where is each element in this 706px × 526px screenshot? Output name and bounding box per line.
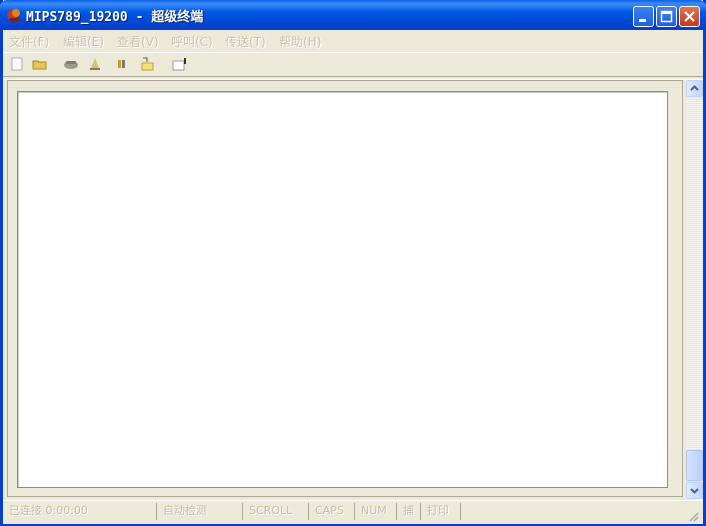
menu-help[interactable]: 帮助(H) <box>279 33 321 50</box>
menu-view[interactable]: 查看(V) <box>117 33 159 50</box>
status-num: NUM <box>357 503 397 520</box>
send-icon[interactable] <box>116 56 132 72</box>
receive-icon[interactable] <box>139 56 155 72</box>
maximize-button[interactable] <box>656 6 677 27</box>
status-connection: 已连接 0:00:00 <box>5 503 157 520</box>
menu-call[interactable]: 呼叫(C) <box>171 33 213 50</box>
status-scroll: SCROLL <box>245 503 309 520</box>
hyperterminal-window: MIPS789_19200 - 超级终端 文件(F) 编辑(E) 查看(V) 呼… <box>0 0 706 526</box>
hyperterminal-icon <box>7 9 20 21</box>
maximize-icon <box>660 10 673 23</box>
minimize-button[interactable] <box>633 6 654 27</box>
menu-transfer[interactable]: 传送(T) <box>225 33 266 50</box>
scroll-up-button[interactable] <box>686 80 703 97</box>
menu-file[interactable]: 文件(F) <box>9 33 49 50</box>
terminal-area[interactable] <box>17 91 668 488</box>
window-title: MIPS789_19200 - 超级终端 <box>26 10 204 25</box>
status-detect: 自动检测 <box>159 503 243 520</box>
status-caps: CAPS <box>311 503 355 520</box>
scroll-thumb[interactable] <box>686 450 703 481</box>
title-bar[interactable]: MIPS789_19200 - 超级终端 <box>0 0 706 30</box>
new-connection-icon[interactable] <box>9 56 25 72</box>
status-print: 打印 <box>423 503 461 520</box>
resize-grip-icon[interactable] <box>687 510 699 522</box>
status-bar: 已连接 0:00:00 自动检测 SCROLL CAPS NUM 捕 打印 <box>3 500 703 524</box>
dial-icon[interactable] <box>63 56 79 72</box>
status-capture: 捕 <box>399 503 421 520</box>
open-icon[interactable] <box>32 56 48 72</box>
minimize-icon <box>639 19 646 22</box>
close-button[interactable] <box>679 6 700 27</box>
toolbar <box>3 52 703 77</box>
disconnect-icon[interactable] <box>87 56 103 72</box>
chevron-up-icon <box>690 85 699 91</box>
menu-edit[interactable]: 编辑(E) <box>63 33 104 50</box>
scroll-down-button[interactable] <box>686 482 703 499</box>
properties-icon[interactable] <box>171 56 187 72</box>
menu-bar: 文件(F) 编辑(E) 查看(V) 呼叫(C) 传送(T) 帮助(H) <box>3 30 703 50</box>
chevron-down-icon <box>690 488 699 494</box>
vertical-scrollbar[interactable] <box>686 80 703 499</box>
close-icon <box>684 11 695 22</box>
